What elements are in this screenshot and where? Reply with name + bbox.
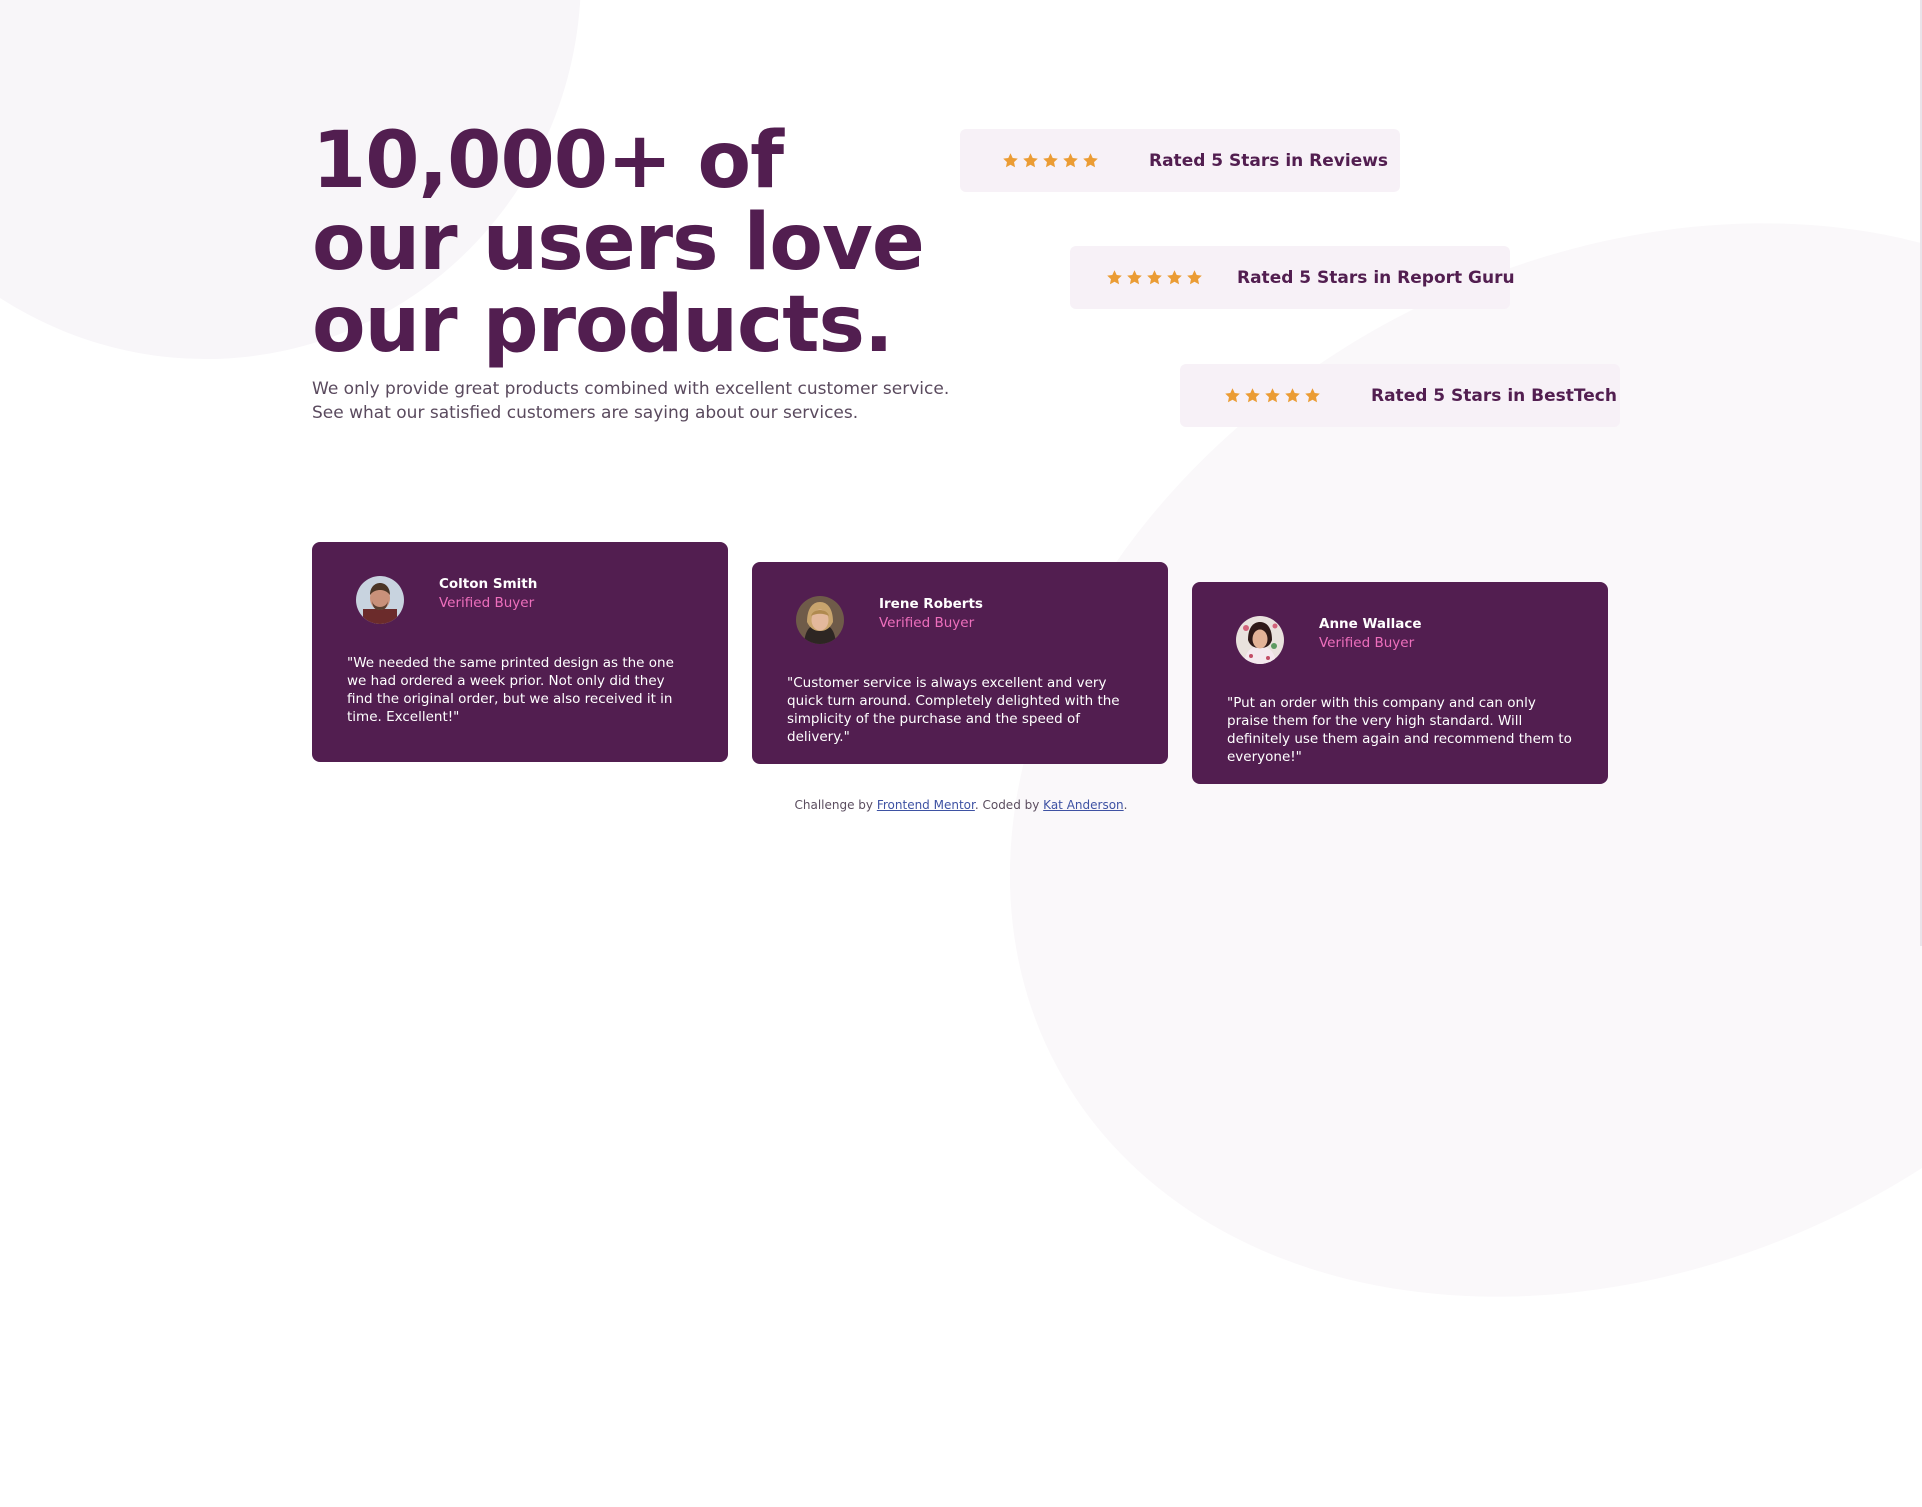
star-icon	[1167, 270, 1182, 285]
hero-description: We only provide great products combined …	[312, 379, 950, 423]
hero-title: 10,000+ of our users love our products.	[312, 116, 925, 370]
star-icon	[1023, 153, 1038, 168]
avatar-colton-icon	[356, 576, 404, 624]
star-icon	[1043, 153, 1058, 168]
star-icon	[1127, 270, 1142, 285]
avatar	[1236, 616, 1284, 664]
avatar	[796, 596, 844, 644]
avatar-anne-icon	[1236, 616, 1284, 664]
reviewer-name: Anne Wallace	[1319, 616, 1422, 632]
rating-label: Rated 5 Stars in Report Guru	[1237, 267, 1515, 288]
star-rating	[1002, 152, 1099, 169]
verified-badge: Verified Buyer	[879, 615, 975, 631]
star-icon	[1147, 270, 1162, 285]
rating-besttech: Rated 5 Stars in BestTech	[1180, 364, 1620, 427]
star-icon	[1063, 153, 1078, 168]
star-icon	[1265, 388, 1280, 403]
rating-label: Rated 5 Stars in BestTech	[1371, 385, 1617, 406]
reviewer-name: Colton Smith	[439, 576, 538, 592]
author-link[interactable]: Kat Anderson	[1043, 798, 1123, 812]
star-icon	[1083, 153, 1098, 168]
testimonial-card-anne-wallace: Anne Wallace Verified Buyer "Put an orde…	[1192, 582, 1608, 784]
star-icon	[1003, 153, 1018, 168]
verified-badge: Verified Buyer	[439, 595, 535, 611]
avatar	[356, 576, 404, 624]
testimonial-quote: "Put an order with this company and can …	[1227, 695, 1572, 765]
testimonials-page: 10,000+ of our users love our products. …	[0, 0, 1922, 946]
star-icon	[1187, 270, 1202, 285]
star-icon	[1285, 388, 1300, 403]
avatar-irene-icon	[796, 596, 844, 644]
star-rating	[1106, 269, 1203, 286]
rating-report-guru: Rated 5 Stars in Report Guru	[1070, 246, 1515, 309]
frontend-mentor-link[interactable]: Frontend Mentor	[877, 798, 975, 812]
star-icon	[1305, 388, 1320, 403]
star-rating	[1224, 387, 1321, 404]
attribution-middle: . Coded by	[974, 798, 1044, 812]
verified-badge: Verified Buyer	[1319, 635, 1415, 651]
testimonial-card-colton-smith: Colton Smith Verified Buyer "We needed t…	[312, 542, 728, 762]
star-icon	[1225, 388, 1240, 403]
reviewer-name: Irene Roberts	[879, 596, 983, 612]
attribution: Challenge by Frontend Mentor. Coded by K…	[0, 798, 1922, 812]
testimonial-card-irene-roberts: Irene Roberts Verified Buyer "Customer s…	[752, 562, 1168, 764]
rating-reviews: Rated 5 Stars in Reviews	[960, 129, 1400, 192]
rating-label: Rated 5 Stars in Reviews	[1149, 150, 1389, 171]
star-icon	[1107, 270, 1122, 285]
testimonial-quote: "Customer service is always excellent an…	[787, 675, 1120, 745]
attribution-suffix: .	[1123, 798, 1128, 812]
star-icon	[1245, 388, 1260, 403]
attribution-prefix: Challenge by	[794, 798, 877, 812]
testimonial-quote: "We needed the same printed design as th…	[347, 655, 674, 725]
